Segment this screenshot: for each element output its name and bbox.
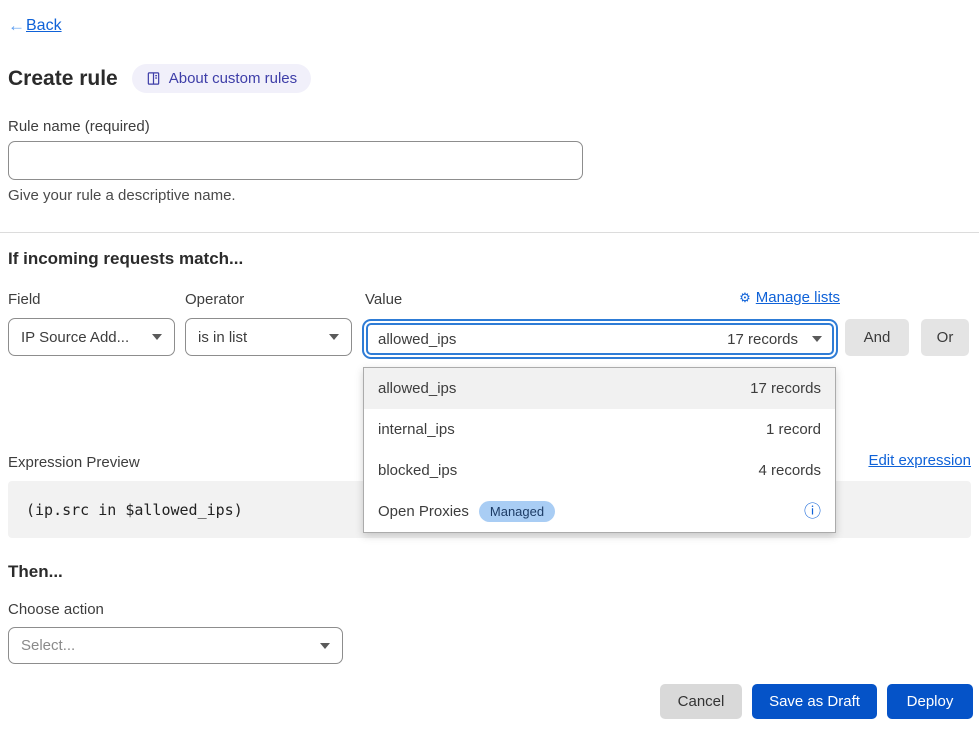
- value-select-value: allowed_ips: [378, 331, 456, 348]
- title-row: Create rule About custom rules: [8, 64, 311, 93]
- manage-lists-link[interactable]: ⚙ Manage lists: [739, 289, 840, 306]
- section-divider: [0, 232, 979, 233]
- value-select-records: 17 records: [727, 331, 798, 348]
- list-item-records: 17 records: [750, 380, 821, 397]
- about-custom-rules-link[interactable]: About custom rules: [132, 64, 311, 93]
- list-item-name: Open Proxies: [378, 503, 469, 520]
- list-item-allowed-ips[interactable]: allowed_ips 17 records: [364, 368, 835, 409]
- managed-badge: Managed: [479, 501, 555, 522]
- choose-action-label: Choose action: [8, 601, 104, 618]
- gear-icon: ⚙: [739, 290, 751, 306]
- back-arrow-icon: ←: [8, 16, 25, 36]
- rule-name-label: Rule name (required): [8, 118, 150, 135]
- back-link-label: Back: [26, 17, 62, 35]
- chevron-down-icon: [812, 336, 822, 342]
- or-button[interactable]: Or: [921, 319, 969, 356]
- list-item-records: 1 record: [766, 421, 821, 438]
- match-section-heading: If incoming requests match...: [8, 249, 243, 269]
- list-item-name: blocked_ips: [378, 462, 457, 479]
- info-icon[interactable]: ⓘ: [804, 503, 821, 520]
- edit-expression-link[interactable]: Edit expression: [868, 452, 971, 469]
- value-label: Value: [365, 291, 402, 308]
- back-link[interactable]: ←Back: [8, 16, 62, 36]
- list-item-internal-ips[interactable]: internal_ips 1 record: [364, 409, 835, 450]
- about-custom-rules-label: About custom rules: [169, 70, 297, 87]
- chevron-down-icon: [329, 334, 339, 340]
- rule-name-input[interactable]: [8, 141, 583, 180]
- page-title: Create rule: [8, 67, 118, 91]
- value-select[interactable]: allowed_ips 17 records: [366, 323, 834, 355]
- create-rule-page: ←Back Create rule About custom rules Rul…: [0, 0, 979, 739]
- cancel-button[interactable]: Cancel: [660, 684, 742, 719]
- operator-select-value: is in list: [198, 329, 247, 346]
- value-dropdown-panel: allowed_ips 17 records internal_ips 1 re…: [363, 367, 836, 533]
- book-icon: [146, 71, 161, 86]
- operator-label: Operator: [185, 291, 244, 308]
- list-item-name: internal_ips: [378, 421, 455, 438]
- and-button[interactable]: And: [845, 319, 909, 356]
- chevron-down-icon: [152, 334, 162, 340]
- deploy-button[interactable]: Deploy: [887, 684, 973, 719]
- field-label: Field: [8, 291, 41, 308]
- list-item-name: allowed_ips: [378, 380, 456, 397]
- action-select[interactable]: Select...: [8, 627, 343, 664]
- list-item-records: 4 records: [758, 462, 821, 479]
- operator-select[interactable]: is in list: [185, 318, 352, 356]
- field-select[interactable]: IP Source Add...: [8, 318, 175, 356]
- rule-name-helper: Give your rule a descriptive name.: [8, 187, 236, 204]
- field-select-value: IP Source Add...: [21, 329, 129, 346]
- list-item-blocked-ips[interactable]: blocked_ips 4 records: [364, 450, 835, 491]
- manage-lists-label: Manage lists: [756, 289, 840, 306]
- action-select-placeholder: Select...: [21, 637, 75, 654]
- chevron-down-icon: [320, 643, 330, 649]
- expression-preview-label: Expression Preview: [8, 454, 140, 471]
- expression-code: (ip.src in $allowed_ips): [26, 501, 243, 519]
- save-as-draft-button[interactable]: Save as Draft: [752, 684, 877, 719]
- list-item-open-proxies[interactable]: Open Proxies Managed ⓘ: [364, 491, 835, 532]
- then-section-heading: Then...: [8, 562, 63, 582]
